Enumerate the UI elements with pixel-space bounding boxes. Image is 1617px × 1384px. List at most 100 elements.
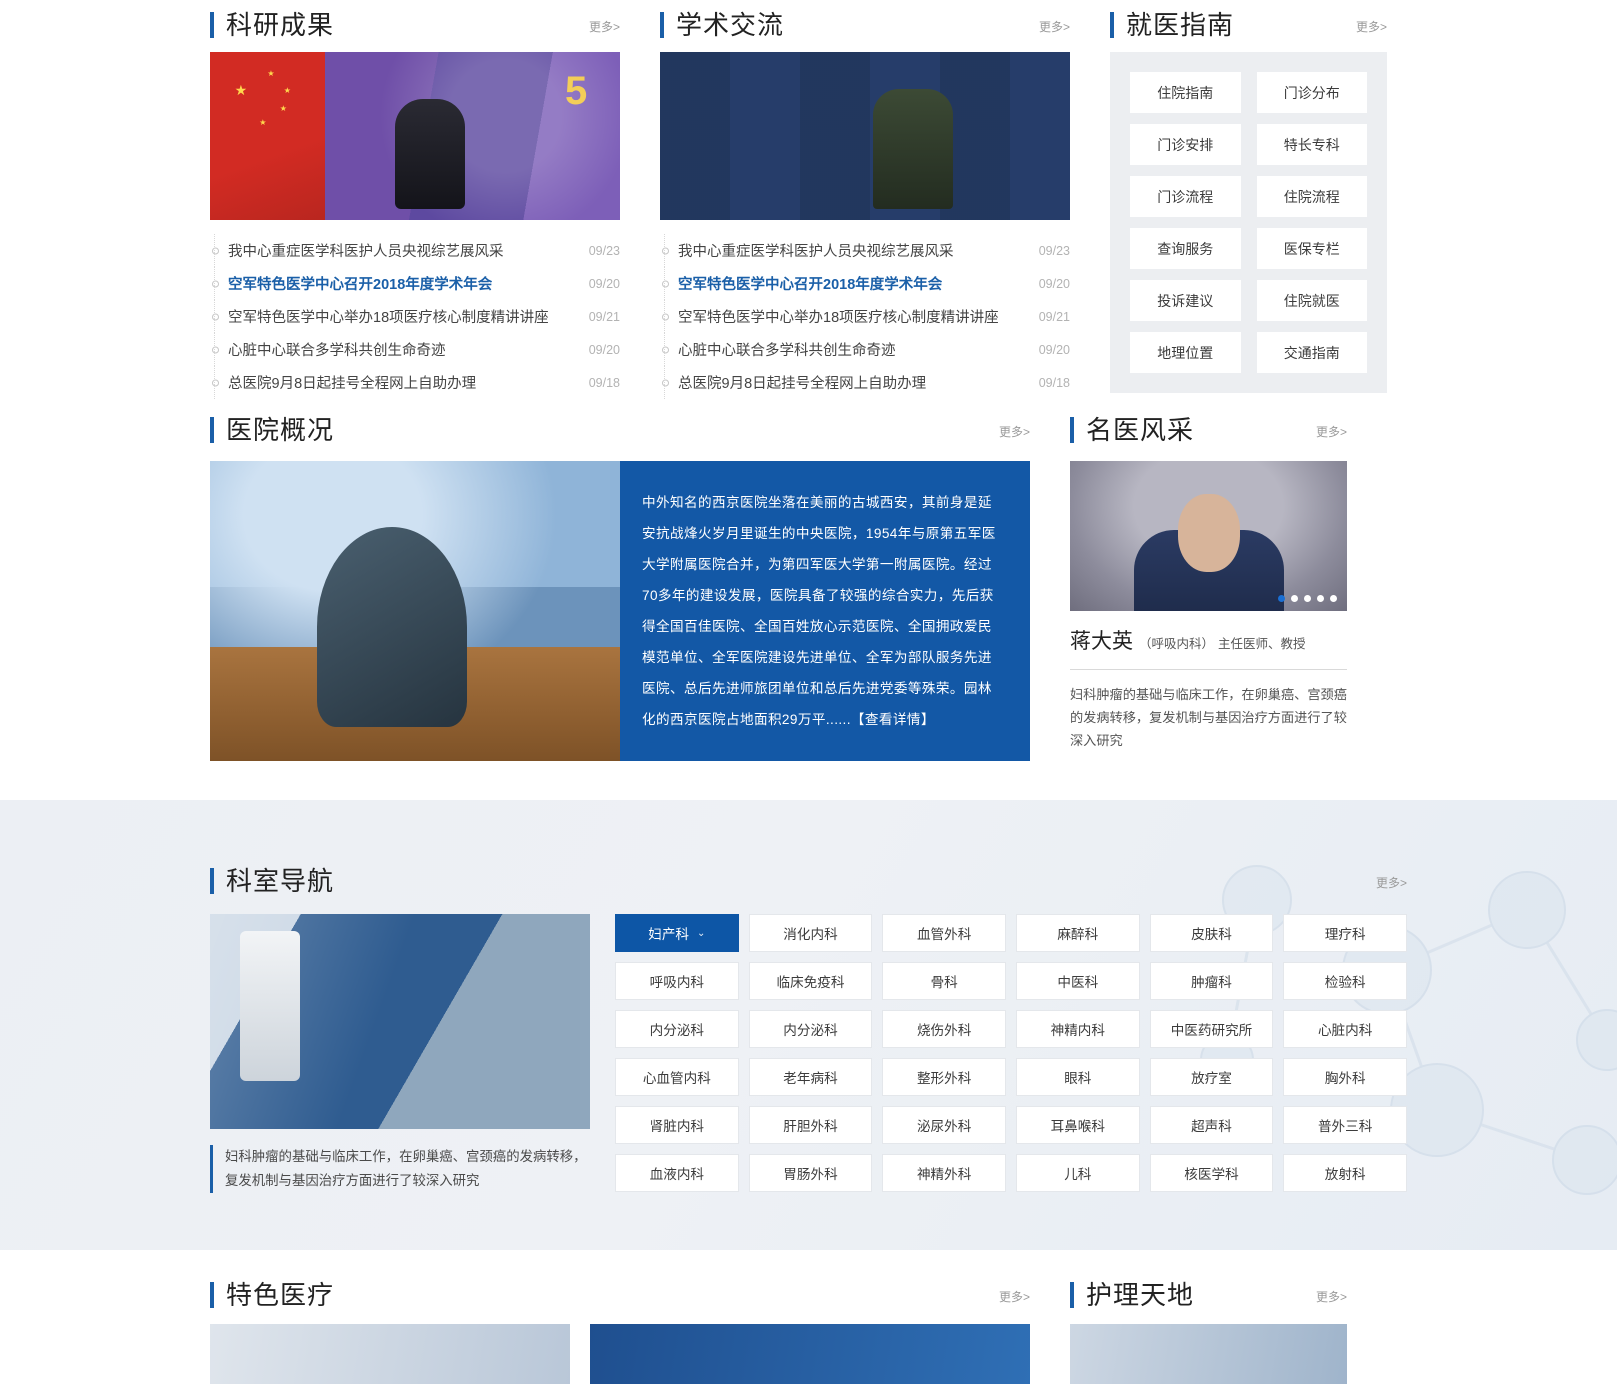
research-more-link[interactable]: 更多>	[589, 18, 620, 38]
nursing-more-link[interactable]: 更多>	[1316, 1288, 1347, 1308]
research-news-list: 我中心重症医学科医护人员央视综艺展风采 09/23 空军特色医学中心召开2018…	[210, 234, 620, 399]
featured-header: 特色医疗 更多>	[210, 1270, 1030, 1308]
featured-more-link[interactable]: 更多>	[999, 1288, 1030, 1308]
list-item[interactable]: 空军特色医学中心举办18项医疗核心制度精讲讲座 09/21	[660, 300, 1070, 333]
guide-button-insurance[interactable]: 医保专栏	[1256, 228, 1367, 269]
dept-button-ophthalmology[interactable]: 眼科	[1015, 1058, 1140, 1096]
list-item-title: 我中心重症医学科医护人员央视综艺展风采	[678, 244, 954, 260]
list-item[interactable]: 总医院9月8日起挂号全程网上自助办理 09/18	[210, 366, 620, 399]
nursing-thumb[interactable]	[1070, 1324, 1347, 1384]
dept-button-oncology[interactable]: 肿瘤科	[1149, 962, 1274, 1000]
department-more-link[interactable]: 更多>	[1376, 874, 1407, 894]
featured-thumb-2[interactable]	[590, 1324, 1030, 1384]
guide-button-specialty[interactable]: 特长专科	[1256, 124, 1367, 165]
guide-button-clinic-schedule[interactable]: 门诊安排	[1130, 124, 1241, 165]
dept-button-geriatrics[interactable]: 老年病科	[748, 1058, 873, 1096]
dept-button-pediatrics[interactable]: 儿科	[1015, 1154, 1140, 1192]
dept-button-radiology[interactable]: 放射科	[1283, 1154, 1407, 1192]
carousel-dot[interactable]	[1291, 595, 1298, 602]
carousel-dot[interactable]	[1317, 595, 1324, 602]
guide-button-location[interactable]: 地理位置	[1130, 332, 1241, 373]
guide-title-wrap: 就医指南	[1110, 12, 1234, 38]
department-left: 妇科肿瘤的基础与临床工作，在卵巢癌、宫颈癌的发病转移，复发机制与基因治疗方面进行…	[210, 914, 590, 1193]
guide-button-clinic-distribution[interactable]: 门诊分布	[1256, 72, 1367, 113]
dept-button-hepatobiliary-surgery[interactable]: 肝胆外科	[748, 1106, 873, 1144]
dept-button-neurosurgery[interactable]: 神精外科	[882, 1154, 1006, 1192]
dept-button-cardiology[interactable]: 心脏内科	[1283, 1010, 1407, 1048]
list-item-title: 空军特色医学中心召开2018年度学术年会	[678, 277, 943, 293]
dept-button-physiotherapy[interactable]: 理疗科	[1283, 914, 1407, 952]
dept-button-ent[interactable]: 耳鼻喉科	[1015, 1106, 1140, 1144]
guide-button-transport[interactable]: 交通指南	[1256, 332, 1367, 373]
dept-button-hematology[interactable]: 血液内科	[615, 1154, 739, 1192]
dept-button-gastrointestinal-surgery[interactable]: 胃肠外科	[748, 1154, 873, 1192]
dept-button-respiratory[interactable]: 呼吸内科	[615, 962, 739, 1000]
guide-button-inpatient-visit[interactable]: 住院就医	[1256, 280, 1367, 321]
dept-button-tcm-institute[interactable]: 中医药研究所	[1149, 1010, 1274, 1048]
dept-button-plastic-surgery[interactable]: 整形外科	[882, 1058, 1006, 1096]
department-caption: 妇科肿瘤的基础与临床工作，在卵巢癌、宫颈癌的发病转移，复发机制与基因治疗方面进行…	[210, 1145, 590, 1193]
dept-button-neurology[interactable]: 神精内科	[1015, 1010, 1140, 1048]
dept-button-vascular-surgery[interactable]: 血管外科	[882, 914, 1006, 952]
featured-image-1	[210, 1324, 570, 1384]
dept-button-anesthesiology[interactable]: 麻醉科	[1015, 914, 1140, 952]
carousel-dot[interactable]	[1330, 595, 1337, 602]
dept-button-laboratory[interactable]: 检验科	[1283, 962, 1407, 1000]
carousel-dot[interactable]	[1278, 595, 1285, 602]
guide-button-clinic-process[interactable]: 门诊流程	[1130, 176, 1241, 217]
dept-button-radiotherapy[interactable]: 放疗室	[1149, 1058, 1274, 1096]
list-item[interactable]: 心脏中心联合多学科共创生命奇迹 09/20	[210, 333, 620, 366]
doctor-photo[interactable]	[1070, 461, 1347, 611]
dept-button-ultrasound[interactable]: 超声科	[1149, 1106, 1274, 1144]
dept-button-obstetrics[interactable]: 妇产科 ⌄	[615, 914, 739, 952]
department-photo[interactable]	[210, 914, 590, 1129]
list-item[interactable]: 空军特色医学中心召开2018年度学术年会 09/20	[660, 267, 1070, 300]
star-icon: ★	[259, 117, 267, 127]
nursing-title: 护理天地	[1086, 1280, 1195, 1310]
dept-button-nephrology[interactable]: 肾脏内科	[615, 1106, 739, 1144]
list-item-date: 09/18	[588, 375, 620, 390]
department-body: 妇科肿瘤的基础与临床工作，在卵巢癌、宫颈癌的发病转移，复发机制与基因治疗方面进行…	[210, 914, 1407, 1193]
overview-more-link[interactable]: 更多>	[999, 423, 1030, 443]
dept-button-thoracic-surgery[interactable]: 胸外科	[1283, 1058, 1407, 1096]
research-image: ★ ★ ★ ★ ★ 5	[210, 52, 620, 220]
dept-button-dermatology[interactable]: 皮肤科	[1149, 914, 1274, 952]
dept-button-cardiovascular[interactable]: 心血管内科	[615, 1058, 739, 1096]
dept-button-endocrinology-1[interactable]: 内分泌科	[615, 1010, 739, 1048]
research-thumbnail[interactable]: ★ ★ ★ ★ ★ 5	[210, 52, 620, 220]
list-item[interactable]: 心脏中心联合多学科共创生命奇迹 09/20	[660, 333, 1070, 366]
dept-button-tcm[interactable]: 中医科	[1015, 962, 1140, 1000]
overview-detail-link[interactable]: 【查看详情】	[851, 712, 935, 727]
dept-button-urology[interactable]: 泌尿外科	[882, 1106, 1006, 1144]
doctor-more-link[interactable]: 更多>	[1316, 423, 1347, 443]
academic-news-list: 我中心重症医学科医护人员央视综艺展风采 09/23 空军特色医学中心召开2018…	[660, 234, 1070, 399]
list-item-date: 09/20	[588, 342, 620, 357]
nursing-title-wrap: 护理天地	[1070, 1282, 1194, 1308]
dept-button-nuclear-medicine[interactable]: 核医学科	[1149, 1154, 1274, 1192]
dept-button-gastroenterology[interactable]: 消化内科	[748, 914, 873, 952]
featured-thumb-1[interactable]	[210, 1324, 570, 1384]
timeline-line	[214, 366, 215, 399]
dept-button-orthopedics[interactable]: 骨科	[882, 962, 1006, 1000]
list-item[interactable]: 空军特色医学中心举办18项医疗核心制度精讲讲座 09/21	[210, 300, 620, 333]
dept-button-clinical-immunology[interactable]: 临床免疫科	[748, 962, 873, 1000]
academic-more-link[interactable]: 更多>	[1039, 18, 1070, 38]
overview-card: 中外知名的西京医院坐落在美丽的古城西安，其前身是延安抗战烽火岁月里诞生的中央医院…	[210, 461, 1030, 761]
guide-more-link[interactable]: 更多>	[1356, 18, 1387, 38]
guide-button-inpatient-guide[interactable]: 住院指南	[1130, 72, 1241, 113]
list-item[interactable]: 我中心重症医学科医护人员央视综艺展风采 09/23	[660, 234, 1070, 267]
department-inner: 科室导航 更多> 妇科肿瘤的基础与临床工作，在卵巢癌、宫颈癌的发病转移，复发机制…	[210, 856, 1407, 1193]
academic-thumbnail[interactable]	[660, 52, 1070, 220]
list-item[interactable]: 空军特色医学中心召开2018年度学术年会 09/20	[210, 267, 620, 300]
list-item[interactable]: 我中心重症医学科医护人员央视综艺展风采 09/23	[210, 234, 620, 267]
guide-button-inpatient-process[interactable]: 住院流程	[1256, 176, 1367, 217]
department-image	[210, 914, 590, 1129]
overview-photo[interactable]	[210, 461, 620, 761]
dept-button-general-surgery-3[interactable]: 普外三科	[1283, 1106, 1407, 1144]
dept-button-endocrinology-2[interactable]: 内分泌科	[748, 1010, 873, 1048]
dept-button-burn-surgery[interactable]: 烧伤外科	[882, 1010, 1006, 1048]
list-item[interactable]: 总医院9月8日起挂号全程网上自助办理 09/18	[660, 366, 1070, 399]
carousel-dot[interactable]	[1304, 595, 1311, 602]
guide-button-query-service[interactable]: 查询服务	[1130, 228, 1241, 269]
guide-button-complaints[interactable]: 投诉建议	[1130, 280, 1241, 321]
